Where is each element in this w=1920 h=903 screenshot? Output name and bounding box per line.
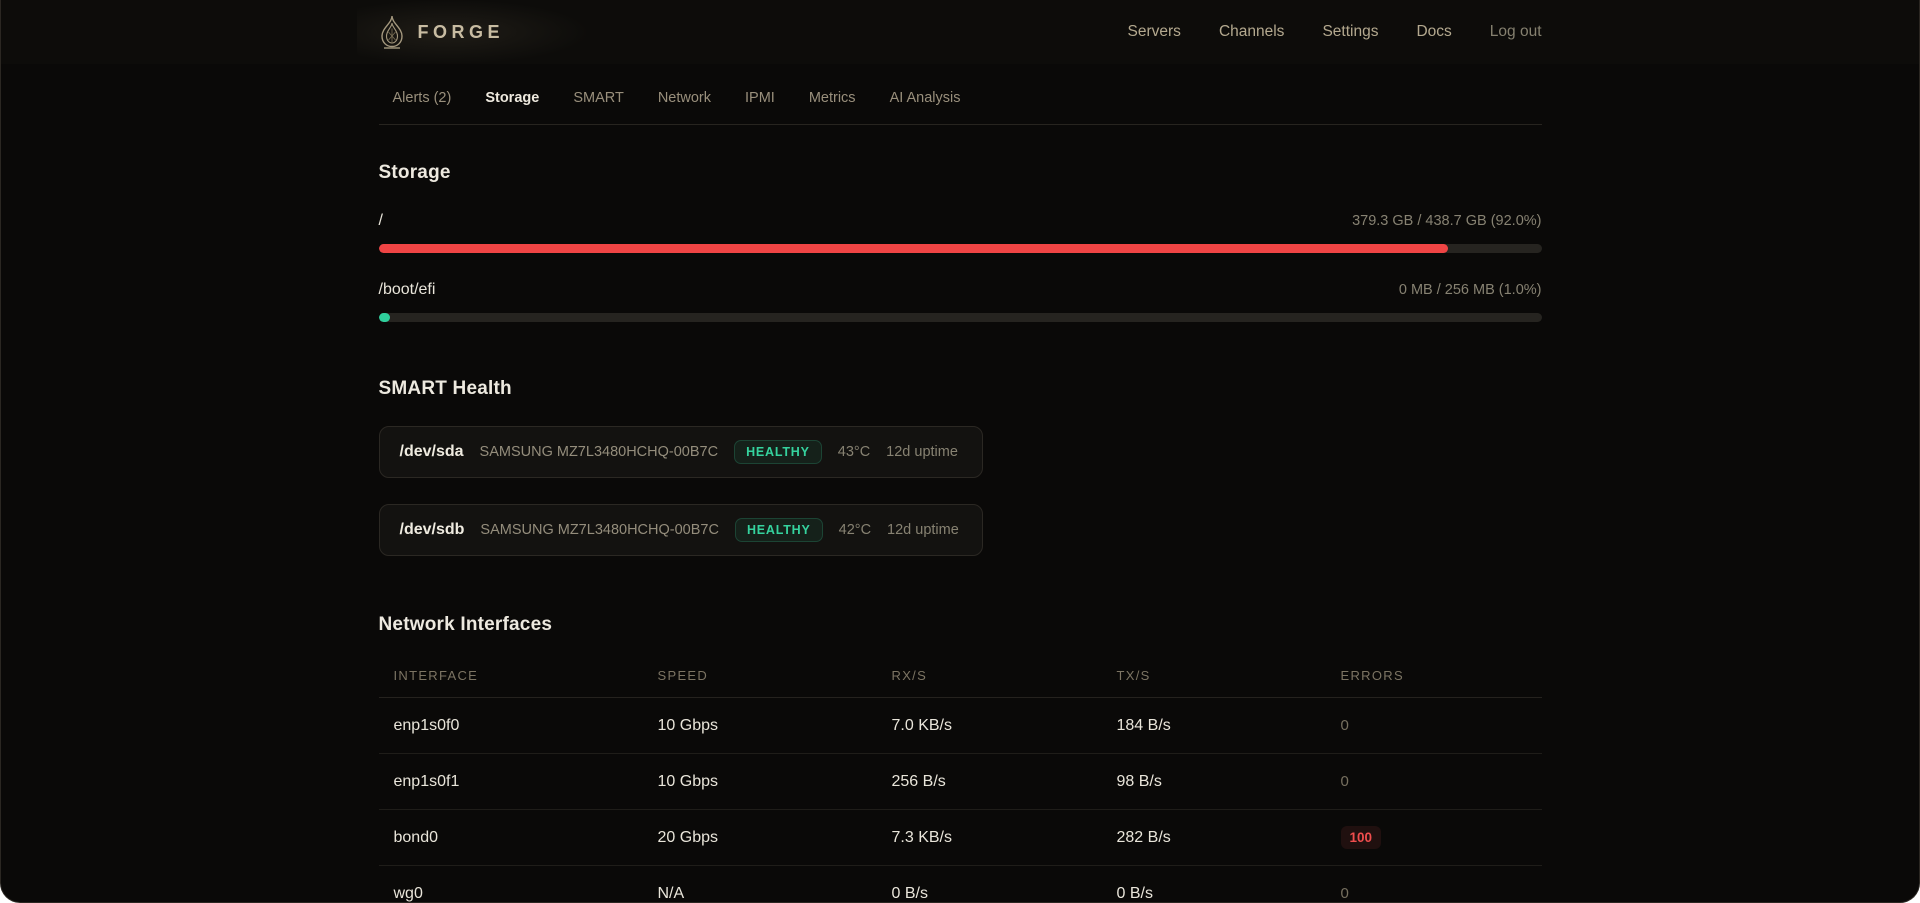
- app-page: FORGE Servers Channels Settings Docs Log…: [0, 0, 1920, 903]
- tab[interactable]: IPMI: [745, 90, 775, 106]
- tab[interactable]: Network: [658, 90, 711, 106]
- cell-tx: 0 B/s: [1101, 865, 1326, 902]
- col-header-interface: INTERFACE: [378, 650, 643, 698]
- cell-rx: 7.0 KB/s: [876, 697, 1102, 754]
- smart-device-uptime: 12d uptime: [886, 444, 958, 460]
- tab[interactable]: AI Analysis: [890, 90, 961, 106]
- errors-value: 0: [1340, 716, 1349, 734]
- cell-speed: 20 Gbps: [642, 809, 877, 866]
- table-header-row: INTERFACE SPEED RX/S TX/S ERRORS: [378, 650, 1542, 698]
- cell-tx: 282 B/s: [1101, 809, 1326, 866]
- col-header-speed: SPEED: [642, 650, 877, 698]
- cell-errors: 0: [1325, 753, 1542, 810]
- mount-row: / 379.3 GB / 438.7 GB (92.0%): [378, 212, 1542, 253]
- storage-heading: Storage: [378, 162, 451, 183]
- errors-value: 100: [1340, 825, 1382, 849]
- col-header-rx: RX/S: [876, 650, 1102, 698]
- network-section: Network Interfaces INTERFACE SPEED RX/S …: [378, 614, 1542, 902]
- mount-path: /boot/efi: [378, 281, 436, 298]
- usage-bar-fill: [378, 313, 391, 322]
- storage-section: Storage / 379.3 GB / 438.7 GB (92.0%) /b…: [378, 162, 1542, 322]
- healthy-status-badge: HEALTHY: [734, 518, 823, 542]
- col-header-tx: TX/S: [1101, 650, 1326, 698]
- nav-link[interactable]: Settings: [1322, 23, 1378, 41]
- mount-usage: 379.3 GB / 438.7 GB (92.0%): [1352, 213, 1542, 229]
- smart-device-temp: 42°C: [838, 522, 872, 538]
- smart-card-list: /dev/sda SAMSUNG MZ7L3480HCHQ-00B7C HEAL…: [378, 426, 1542, 556]
- cell-rx: 7.3 KB/s: [876, 809, 1102, 866]
- top-bar: FORGE Servers Channels Settings Docs Log…: [1, 0, 1919, 64]
- smart-device-name: /dev/sda: [399, 443, 464, 460]
- table-row: bond0 20 Gbps 7.3 KB/s 282 B/s 100: [378, 809, 1542, 866]
- cell-rx: 256 B/s: [876, 753, 1102, 810]
- cell-speed: 10 Gbps: [642, 753, 877, 810]
- cell-interface: enp1s0f1: [378, 753, 643, 810]
- errors-value: 0: [1340, 772, 1349, 790]
- cell-interface: bond0: [378, 809, 643, 866]
- table-body: enp1s0f0 10 Gbps 7.0 KB/s 184 B/s 0 enp1…: [378, 697, 1542, 902]
- tab[interactable]: Metrics: [809, 90, 856, 106]
- main-nav: Servers Channels Settings Docs Log out: [1128, 23, 1542, 41]
- cell-interface: wg0: [378, 865, 643, 902]
- cell-tx: 98 B/s: [1101, 753, 1326, 810]
- cell-rx: 0 B/s: [876, 865, 1102, 902]
- smart-device-model: SAMSUNG MZ7L3480HCHQ-00B7C: [480, 522, 719, 538]
- table-row: wg0 N/A 0 B/s 0 B/s 0: [378, 865, 1542, 902]
- forge-flame-icon: [379, 15, 405, 49]
- network-interfaces-table: INTERFACE SPEED RX/S TX/S ERRORS enp1s0f…: [378, 650, 1542, 902]
- mount-usage: 0 MB / 256 MB (1.0%): [1398, 282, 1542, 298]
- nav-link[interactable]: Log out: [1490, 23, 1542, 41]
- cell-speed: N/A: [642, 865, 877, 902]
- nav-link[interactable]: Channels: [1219, 23, 1285, 41]
- mount-row: /boot/efi 0 MB / 256 MB (1.0%): [378, 281, 1542, 322]
- brand[interactable]: FORGE: [379, 15, 505, 49]
- smart-device-card: /dev/sdb SAMSUNG MZ7L3480HCHQ-00B7C HEAL…: [378, 504, 983, 556]
- usage-bar-track: [378, 313, 1542, 322]
- brand-name: FORGE: [417, 21, 505, 42]
- tab[interactable]: Alerts (2): [393, 90, 452, 106]
- healthy-status-badge: HEALTHY: [734, 440, 822, 464]
- smart-section: SMART Health /dev/sda SAMSUNG MZ7L3480HC…: [378, 378, 1542, 556]
- cell-tx: 184 B/s: [1101, 697, 1326, 754]
- usage-bar-fill: [378, 244, 1449, 253]
- usage-bar-track: [378, 244, 1542, 253]
- smart-device-name: /dev/sdb: [399, 521, 465, 538]
- cell-errors: 0: [1325, 697, 1542, 754]
- smart-device-card: /dev/sda SAMSUNG MZ7L3480HCHQ-00B7C HEAL…: [378, 426, 983, 478]
- mount-path: /: [378, 212, 383, 229]
- cell-errors: 0: [1325, 865, 1542, 902]
- table-row: enp1s0f1 10 Gbps 256 B/s 98 B/s 0: [378, 753, 1542, 810]
- col-header-errors: ERRORS: [1325, 650, 1542, 698]
- table-row: enp1s0f0 10 Gbps 7.0 KB/s 184 B/s 0: [378, 697, 1542, 754]
- smart-device-model: SAMSUNG MZ7L3480HCHQ-00B7C: [479, 444, 719, 460]
- smart-device-uptime: 12d uptime: [887, 522, 959, 538]
- tab[interactable]: SMART: [573, 90, 624, 106]
- smart-heading: SMART Health: [378, 378, 512, 399]
- cell-speed: 10 Gbps: [642, 697, 877, 754]
- smart-device-temp: 43°C: [837, 444, 871, 460]
- cell-errors: 100: [1325, 809, 1542, 866]
- errors-value: 0: [1340, 884, 1349, 902]
- cell-interface: enp1s0f0: [378, 697, 643, 754]
- nav-link[interactable]: Servers: [1128, 23, 1181, 41]
- mount-list: / 379.3 GB / 438.7 GB (92.0%) /boot/efi …: [378, 212, 1542, 322]
- nav-link[interactable]: Docs: [1416, 23, 1451, 41]
- network-heading: Network Interfaces: [378, 614, 553, 635]
- tab-bar: Alerts (2) Storage SMART Network IPMI Me…: [378, 64, 1542, 125]
- tab[interactable]: Storage: [485, 90, 539, 106]
